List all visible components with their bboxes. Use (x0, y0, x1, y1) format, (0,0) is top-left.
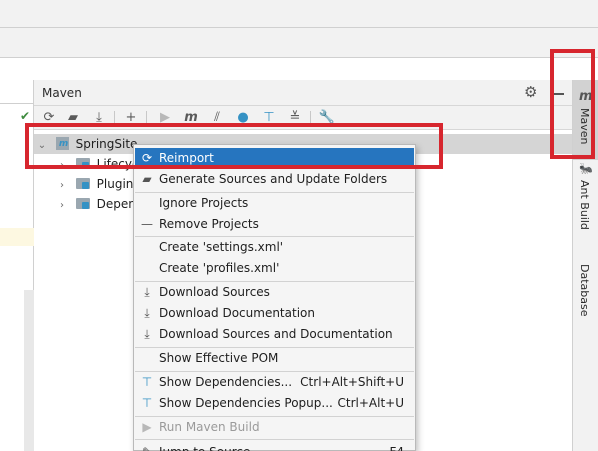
run-icon: ▶ (142, 420, 152, 434)
editor-scrollbar[interactable] (24, 290, 34, 451)
download-icon: ⤓ (144, 327, 150, 341)
editor-divider (0, 103, 34, 104)
database-strip-button[interactable]: Database (573, 260, 598, 340)
menu-item-run-maven-build[interactable]: ▶ Run Maven Build (135, 417, 414, 438)
editor-current-line (0, 228, 34, 246)
shortcut-label: Ctrl+Alt+U (337, 396, 405, 410)
download-icon: ⤓ (144, 285, 150, 299)
menu-item-jump-to-source[interactable]: ✎ Jump to Source F4 (135, 442, 414, 451)
generate-sources-icon: ▰ (142, 172, 152, 186)
menu-item-ignore-projects[interactable]: Ignore Projects (135, 193, 414, 214)
chevron-right-icon[interactable]: › (56, 196, 68, 216)
shortcut-label: Ctrl+Alt+Shift+U (300, 375, 404, 389)
menu-item-download-sources[interactable]: ⤓ Download Sources (135, 282, 414, 303)
menu-item-show-dependencies[interactable]: ⊤ Show Dependencies... Ctrl+Alt+Shift+U (135, 372, 414, 393)
menu-separator (135, 439, 414, 440)
annotation-box-maven-tab (550, 49, 595, 159)
tree-item-dependencies[interactable]: › Depend (56, 194, 144, 214)
menu-item-show-dependencies-popup[interactable]: ⊤ Show Dependencies Popup... Ctrl+Alt+U (135, 393, 414, 414)
gear-icon[interactable]: ⚙ (524, 83, 537, 101)
context-menu: ⟳ Reimport ▰ Generate Sources and Update… (133, 144, 416, 451)
menu-item-download-documentation[interactable]: ⤓ Download Documentation (135, 303, 414, 324)
menu-item-create-settings[interactable]: Create 'settings.xml' (135, 237, 414, 258)
menu-item-generate-sources[interactable]: ▰ Generate Sources and Update Folders (135, 169, 414, 190)
download-icon: ⤓ (144, 306, 150, 320)
menu-item-download-sources-and-docs[interactable]: ⤓ Download Sources and Documentation (135, 324, 414, 345)
database-strip-label: Database (578, 264, 591, 317)
shortcut-label: F4 (389, 442, 404, 451)
maven-title: Maven (42, 86, 82, 100)
ide-secondary-bar (0, 28, 598, 58)
menu-item-remove-projects[interactable]: — Remove Projects (135, 214, 414, 235)
maven-header: Maven ⚙ (34, 80, 572, 106)
pencil-icon: ✎ (139, 442, 155, 451)
minus-icon: — (141, 217, 153, 231)
folder-icon (75, 178, 90, 189)
menu-item-show-effective-pom[interactable]: Show Effective POM (135, 348, 414, 369)
show-dependencies-icon: ⊤ (141, 396, 153, 410)
folder-icon (75, 198, 90, 209)
show-dependencies-icon: ⊤ (141, 375, 153, 389)
ant-build-strip-button[interactable]: 🐜 Ant Build (573, 160, 598, 240)
ant-icon: 🐜 (579, 162, 593, 175)
menu-item-create-profiles[interactable]: Create 'profiles.xml' (135, 258, 414, 279)
annotation-box-reimport (25, 123, 443, 169)
ant-build-strip-label: Ant Build (578, 180, 591, 230)
ide-top-bar (0, 0, 598, 28)
tree-item-plugins[interactable]: › Plugins (56, 174, 140, 194)
chevron-right-icon[interactable]: › (56, 176, 68, 196)
check-icon: ✔ (20, 109, 31, 123)
